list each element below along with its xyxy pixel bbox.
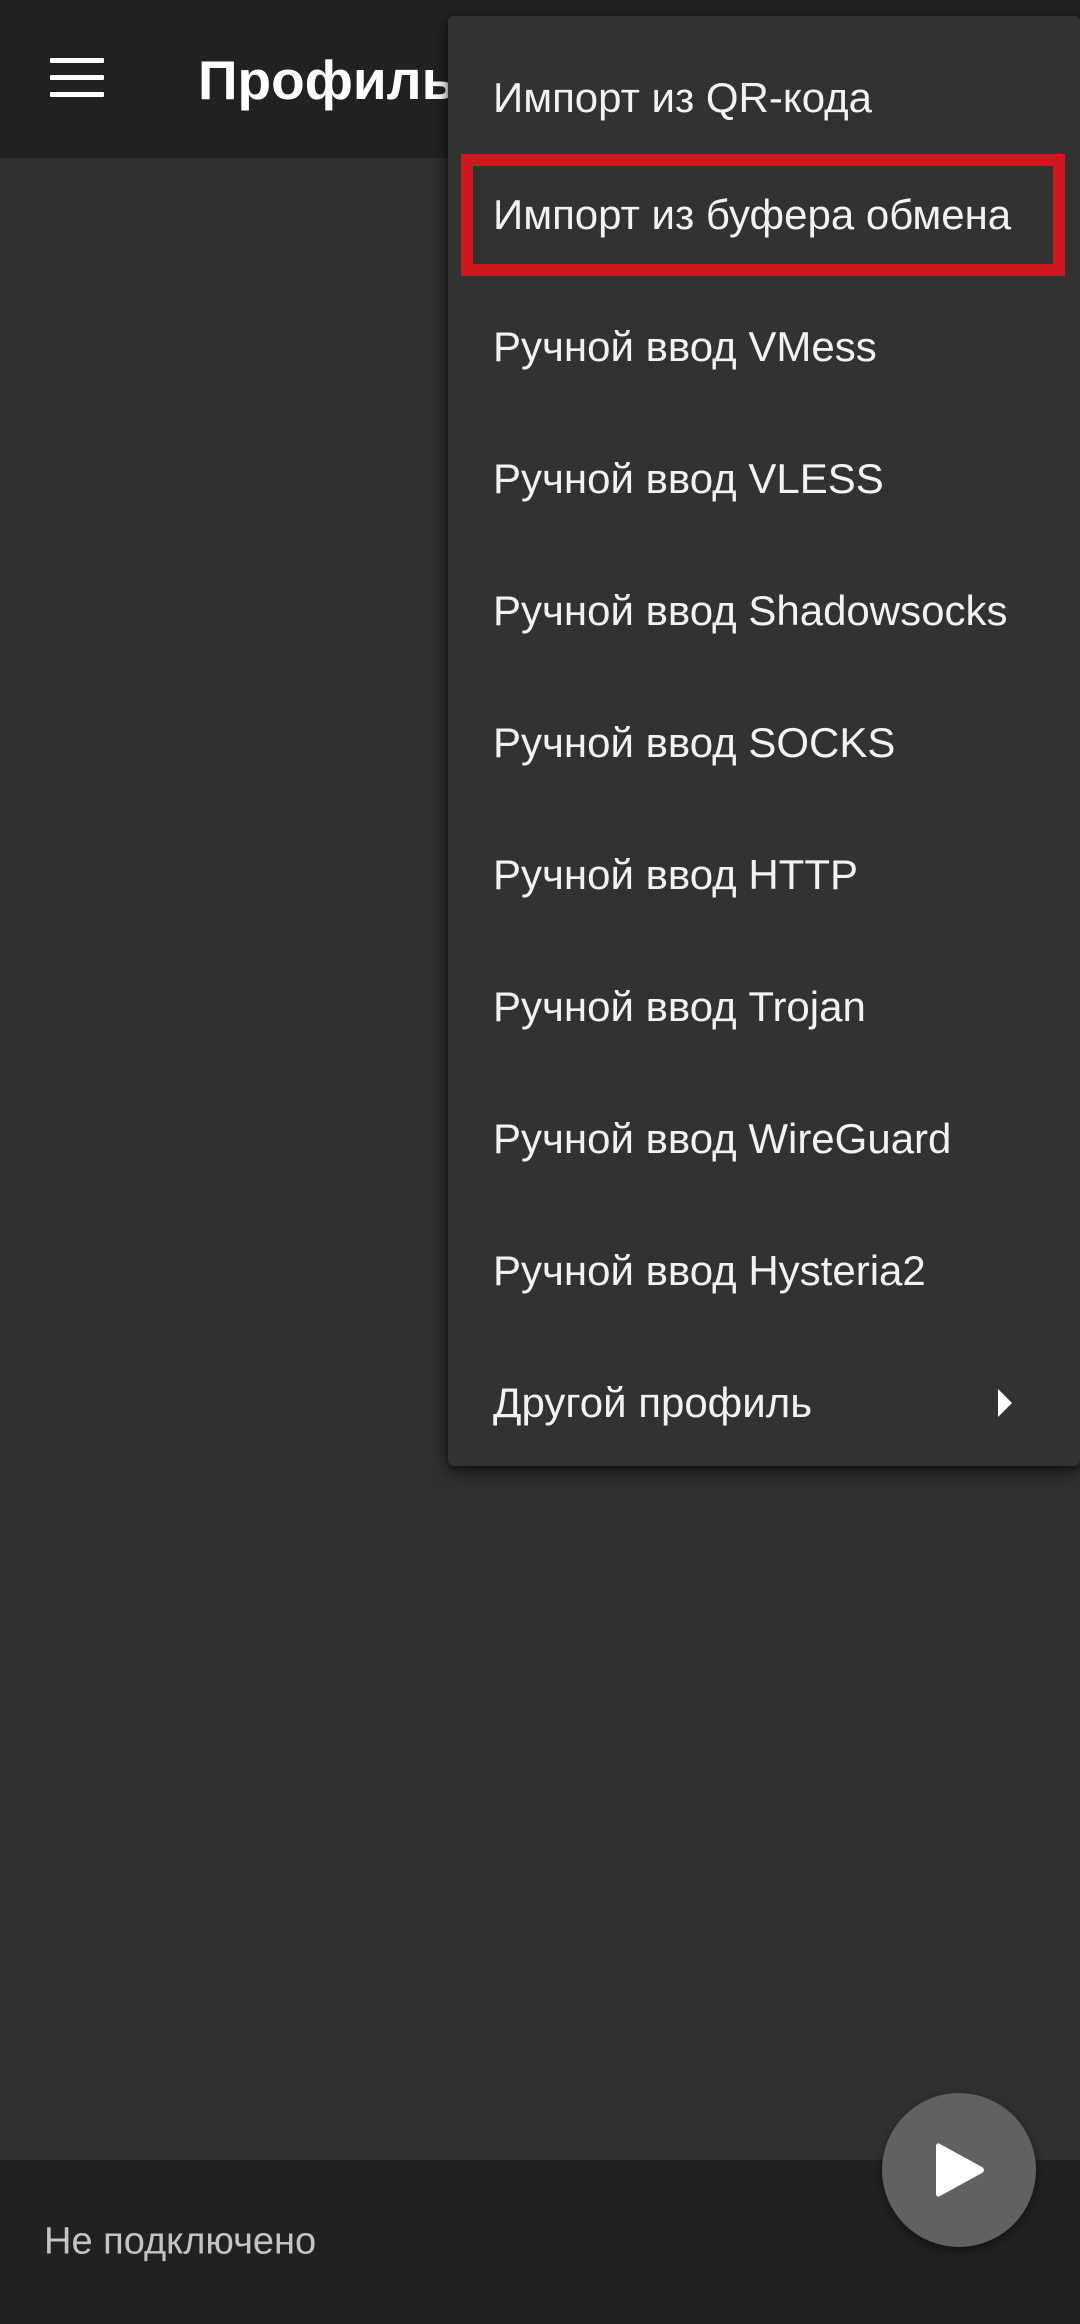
menu-item-label: Ручной ввод Hysteria2 <box>493 1247 926 1294</box>
hamburger-menu-icon[interactable] <box>50 58 104 98</box>
connection-status-text: Не подключено <box>44 2220 317 2263</box>
menu-item-manual-trojan[interactable]: Ручной ввод Trojan <box>448 941 1080 1073</box>
menu-item-label: Ручной ввод WireGuard <box>493 1115 952 1162</box>
menu-item-manual-hysteria2[interactable]: Ручной ввод Hysteria2 <box>448 1205 1080 1337</box>
connect-fab-button[interactable] <box>882 2093 1036 2247</box>
submenu-arrow-icon <box>998 1389 1012 1417</box>
menu-item-manual-wireguard[interactable]: Ручной ввод WireGuard <box>448 1073 1080 1205</box>
menu-item-label: Ручной ввод HTTP <box>493 851 858 898</box>
menu-item-label: Импорт из буфера обмена <box>493 191 1012 238</box>
screen: Профиль Импорт из QR-кода Импорт из буфе… <box>0 0 1080 2324</box>
menu-item-label: Ручной ввод Shadowsocks <box>493 587 1008 634</box>
menu-item-manual-socks[interactable]: Ручной ввод SOCKS <box>448 677 1080 809</box>
menu-item-manual-shadowsocks[interactable]: Ручной ввод Shadowsocks <box>448 545 1080 677</box>
menu-item-manual-vmess[interactable]: Ручной ввод VMess <box>448 281 1080 413</box>
menu-item-label: Ручной ввод Trojan <box>493 983 866 1030</box>
menu-item-label: Ручной ввод SOCKS <box>493 719 896 766</box>
add-profile-dropdown-menu: Импорт из QR-кода Импорт из буфера обмен… <box>448 16 1080 1466</box>
menu-item-other-profile[interactable]: Другой профиль <box>448 1337 1080 1469</box>
menu-item-label: Ручной ввод VMess <box>493 323 877 370</box>
menu-item-label: Другой профиль <box>493 1379 813 1426</box>
menu-item-manual-vless[interactable]: Ручной ввод VLESS <box>448 413 1080 545</box>
menu-item-manual-http[interactable]: Ручной ввод HTTP <box>448 809 1080 941</box>
page-title: Профиль <box>198 49 456 111</box>
menu-item-import-qr[interactable]: Импорт из QR-кода <box>448 32 1080 164</box>
menu-item-import-clipboard[interactable]: Импорт из буфера обмена <box>448 149 1080 281</box>
play-icon <box>936 2143 984 2197</box>
menu-item-label: Ручной ввод VLESS <box>493 455 884 502</box>
menu-item-label: Импорт из QR-кода <box>493 74 873 121</box>
